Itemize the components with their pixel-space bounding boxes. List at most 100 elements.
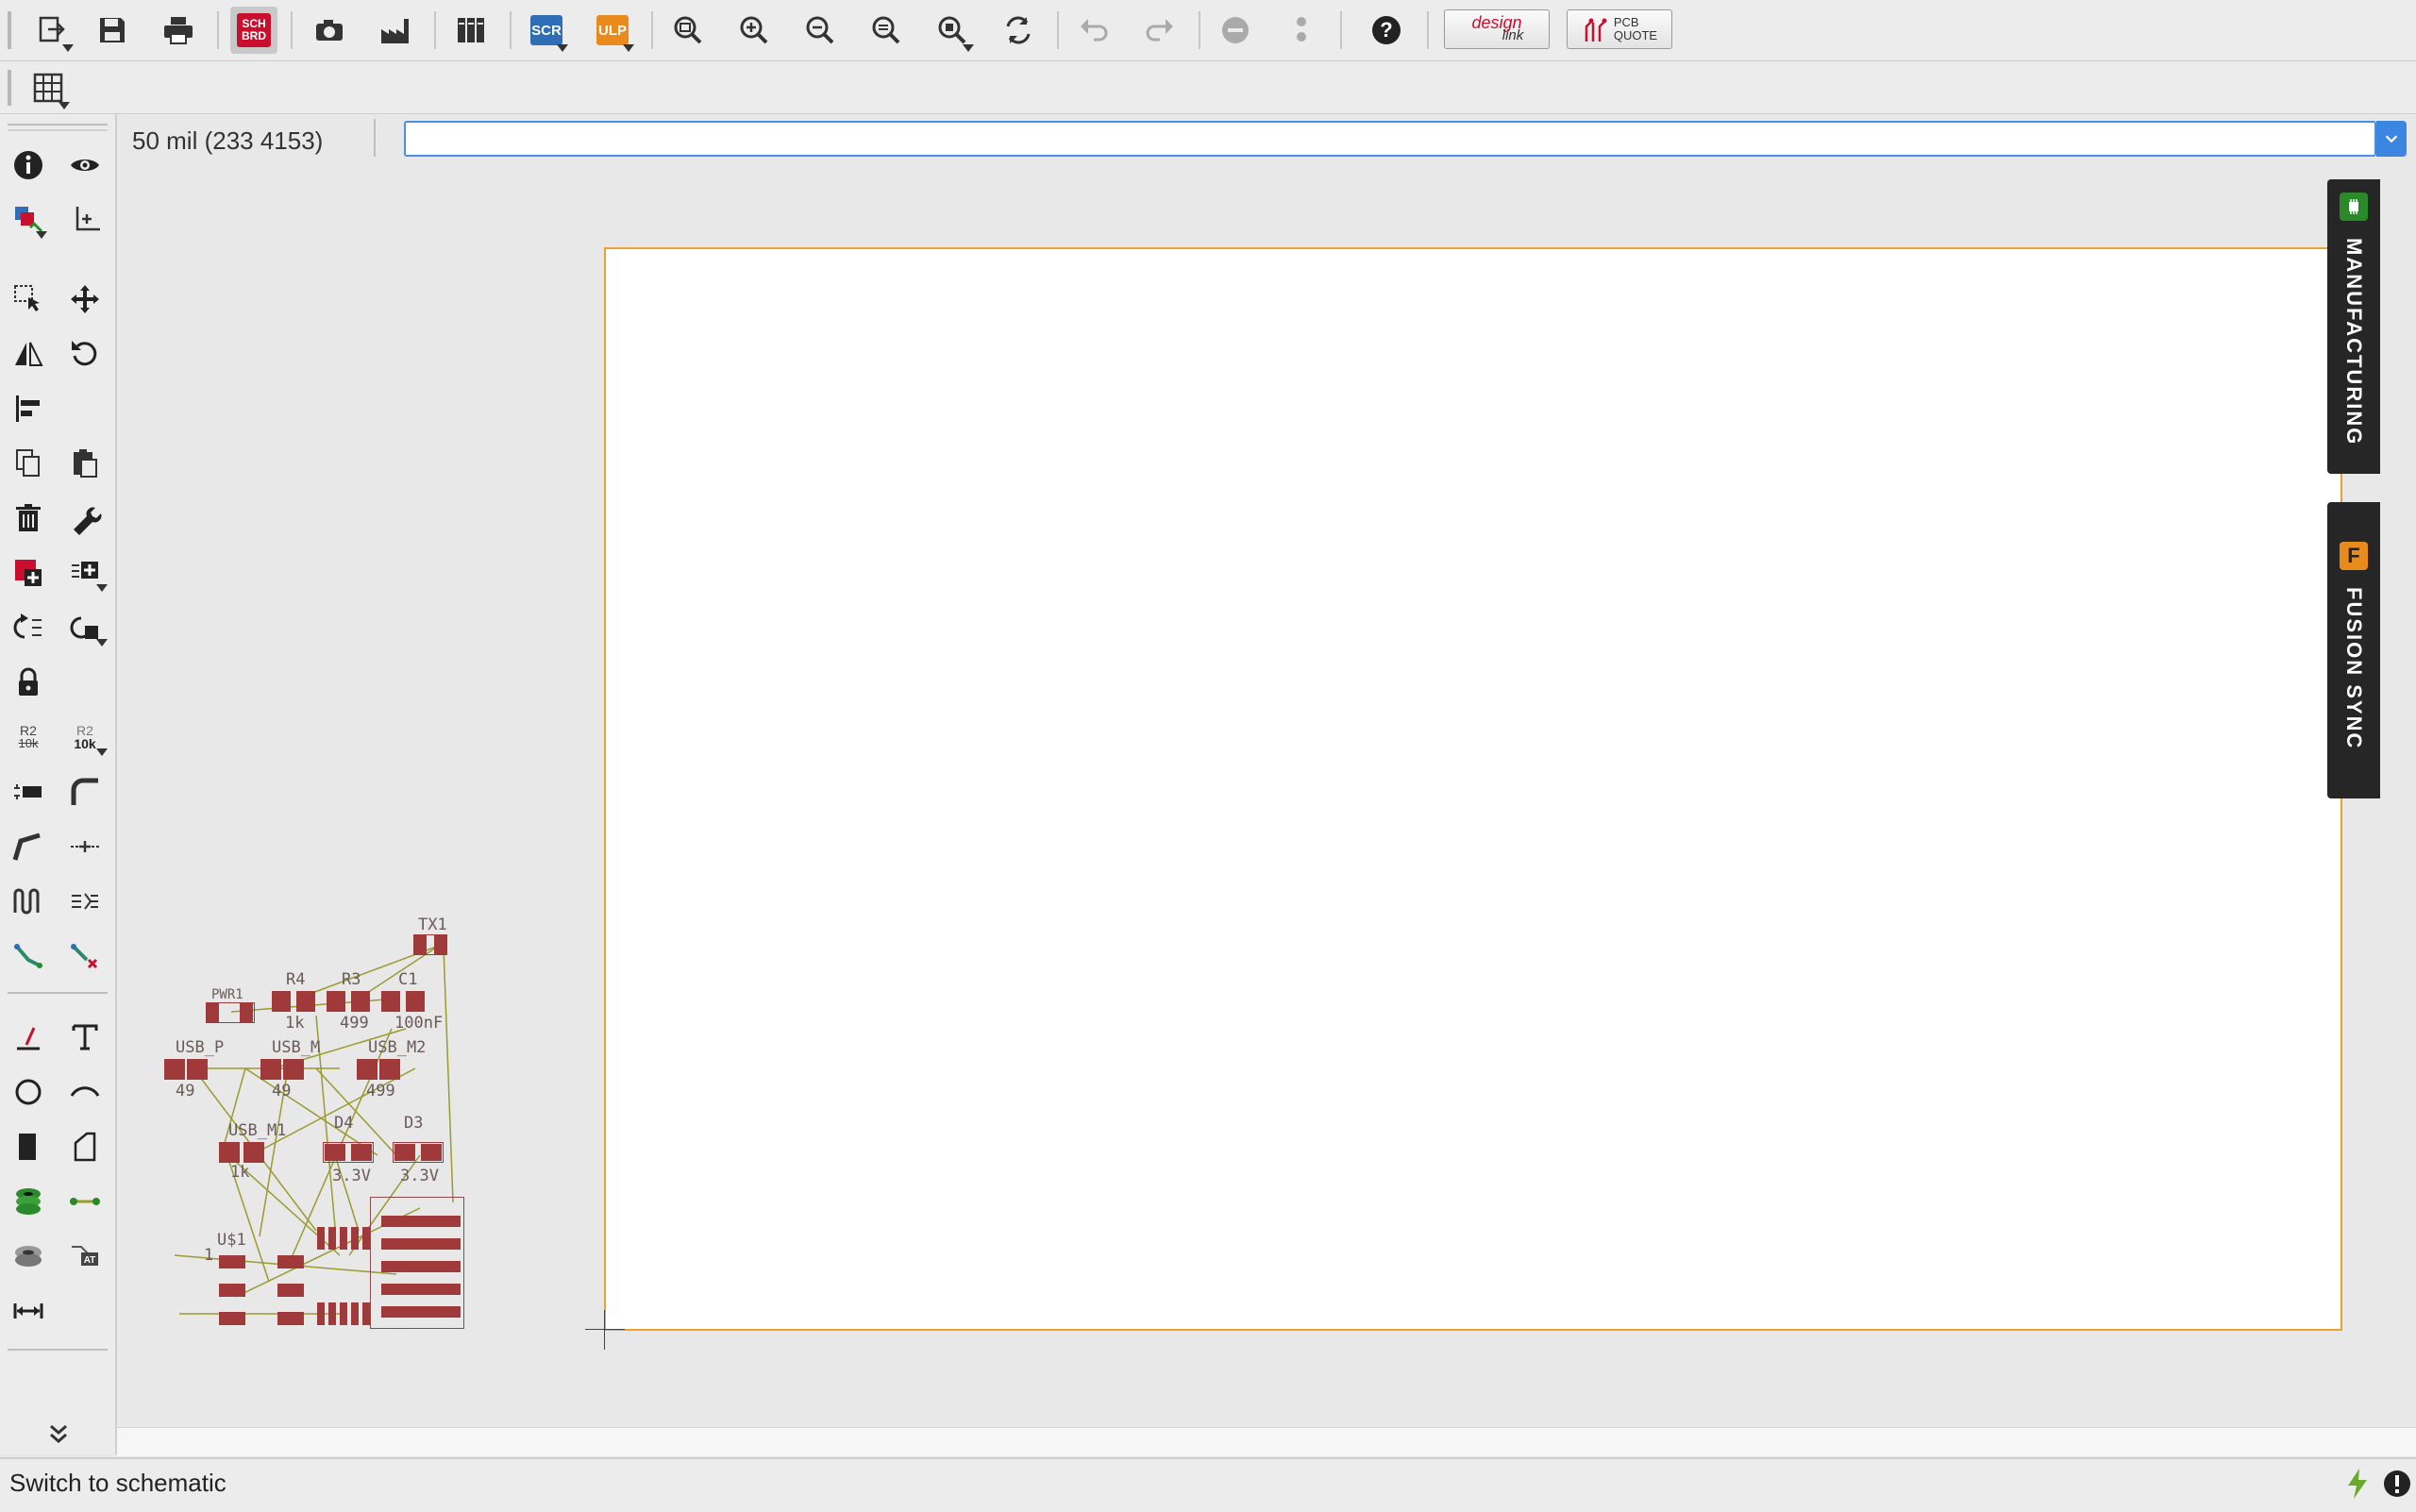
help-button[interactable]: ?: [1363, 7, 1410, 54]
wire-tool[interactable]: [6, 1015, 51, 1060]
invoke-tool[interactable]: [62, 605, 108, 650]
delete-tool[interactable]: [6, 496, 51, 541]
route-tool[interactable]: [6, 933, 51, 979]
copy-tool[interactable]: [6, 441, 51, 486]
undo-button[interactable]: [1070, 7, 1117, 54]
part-label-d4: D4: [334, 1114, 354, 1133]
script-button[interactable]: SCR: [523, 7, 570, 54]
ulp-button[interactable]: ULP: [589, 7, 636, 54]
value-tool-label: R2: [76, 723, 93, 738]
signal-icon: [70, 1198, 100, 1205]
toolbar-grip[interactable]: [8, 11, 11, 49]
paste-tool[interactable]: [62, 441, 108, 486]
lightning-icon[interactable]: [2342, 1467, 2373, 1501]
show-tool[interactable]: [62, 143, 108, 188]
fusion-icon-letter: F: [2347, 544, 2360, 567]
part-d4[interactable]: [323, 1142, 374, 1163]
align-tool[interactable]: [6, 386, 51, 431]
name-value-icon: R2 10k: [19, 724, 39, 750]
design-link-logo: design link: [1470, 14, 1524, 43]
rect-tool[interactable]: [6, 1124, 51, 1169]
meander-icon: [13, 888, 40, 915]
zoom-select-button[interactable]: [863, 7, 910, 54]
info-tool[interactable]: [6, 143, 51, 188]
zoom-area-button[interactable]: [929, 7, 976, 54]
redraw-button[interactable]: [995, 7, 1042, 54]
part-u1[interactable]: [219, 1252, 304, 1329]
circle-tool[interactable]: [6, 1069, 51, 1115]
part-label-usb-m2: USB_M2: [368, 1038, 427, 1057]
go-button[interactable]: [1278, 7, 1325, 54]
dimension-tool[interactable]: [6, 1288, 51, 1334]
polygon-tool[interactable]: [62, 1124, 108, 1169]
part-pwr1[interactable]: [206, 1002, 255, 1023]
move-tool[interactable]: [62, 277, 108, 322]
route-diff-tool[interactable]: [62, 879, 108, 924]
optimize-tool[interactable]: [62, 824, 108, 869]
signal-tool[interactable]: [62, 1179, 108, 1224]
smash-tool[interactable]: [6, 769, 51, 815]
design-link-line2: link: [1502, 27, 1524, 43]
add-tool[interactable]: [6, 550, 51, 596]
command-history-dropdown[interactable]: [2376, 121, 2407, 157]
mirror-tool[interactable]: [6, 331, 51, 377]
part-value-usb-m: 49: [272, 1082, 292, 1100]
status-message: Switch to schematic: [9, 1469, 226, 1497]
redo-button[interactable]: [1136, 7, 1183, 54]
lock-tool[interactable]: [6, 660, 51, 705]
horizontal-scrollbar[interactable]: [117, 1427, 2416, 1456]
save-icon: [100, 18, 125, 42]
pcb-quote-button[interactable]: PCB QUOTE: [1567, 9, 1672, 49]
expand-palette-button[interactable]: [36, 1411, 81, 1456]
part-tx1[interactable]: [413, 934, 447, 955]
ripup-tool[interactable]: [62, 933, 108, 979]
sch-brd-switch-button[interactable]: SCH BRD: [230, 7, 277, 54]
manufacturing-button[interactable]: [372, 7, 419, 54]
library-button[interactable]: [447, 7, 495, 54]
command-input[interactable]: [404, 121, 2376, 157]
zoom-out-button[interactable]: [797, 7, 844, 54]
fusion-sync-panel-label: FUSION SYNC: [2342, 587, 2366, 750]
save-button[interactable]: [89, 7, 136, 54]
swap-gate-tool[interactable]: [6, 605, 51, 650]
zoom-in-icon: [740, 16, 768, 44]
part-d3[interactable]: [393, 1142, 444, 1163]
swap-icon: [13, 613, 42, 639]
cam-processor-button[interactable]: [306, 7, 353, 54]
split-tool[interactable]: [6, 824, 51, 869]
undo-icon: [1081, 19, 1108, 42]
alert-icon[interactable]: [2382, 1469, 2412, 1499]
add-part-icon: [15, 560, 42, 586]
stop-button[interactable]: [1212, 7, 1259, 54]
replace-tool[interactable]: [62, 550, 108, 596]
layer-settings-tool[interactable]: [6, 197, 51, 243]
mark-tool[interactable]: [62, 197, 108, 243]
attribute-tool[interactable]: AT: [62, 1234, 108, 1279]
grid-button[interactable]: [25, 64, 72, 111]
zoom-in-button[interactable]: [730, 7, 778, 54]
change-tool[interactable]: [62, 496, 108, 541]
meander-tool[interactable]: [6, 879, 51, 924]
fusion-sync-panel-tab[interactable]: F FUSION SYNC: [2327, 502, 2380, 798]
open-button[interactable]: [28, 7, 76, 54]
redo-icon: [1146, 19, 1173, 42]
unrouted-parts-group: TX1 PWR1 R4 R3 C1 1k 499 100nF USB_P USB…: [151, 916, 481, 1331]
value-tool[interactable]: R2 10k: [62, 714, 108, 760]
toolbar2-grip[interactable]: [8, 70, 11, 106]
paste-icon: [74, 449, 97, 478]
hole-tool[interactable]: [6, 1234, 51, 1279]
miter-tool[interactable]: [62, 769, 108, 815]
group-select-tool[interactable]: [6, 277, 51, 322]
zoom-fit-button[interactable]: [664, 7, 712, 54]
rotate-tool[interactable]: [62, 331, 108, 377]
text-tool[interactable]: [62, 1015, 108, 1060]
arc-tool[interactable]: [62, 1069, 108, 1115]
design-link-button[interactable]: design link: [1444, 9, 1550, 49]
parts-r4-r3-c1[interactable]: [272, 991, 425, 1012]
zoom-fit-icon: [674, 16, 702, 44]
via-tool[interactable]: [6, 1179, 51, 1224]
part-connector-mid[interactable]: [317, 1227, 370, 1325]
print-button[interactable]: [155, 7, 202, 54]
name-tool[interactable]: R2 10k: [6, 714, 51, 760]
manufacturing-panel-tab[interactable]: MANUFACTURING: [2327, 179, 2380, 474]
